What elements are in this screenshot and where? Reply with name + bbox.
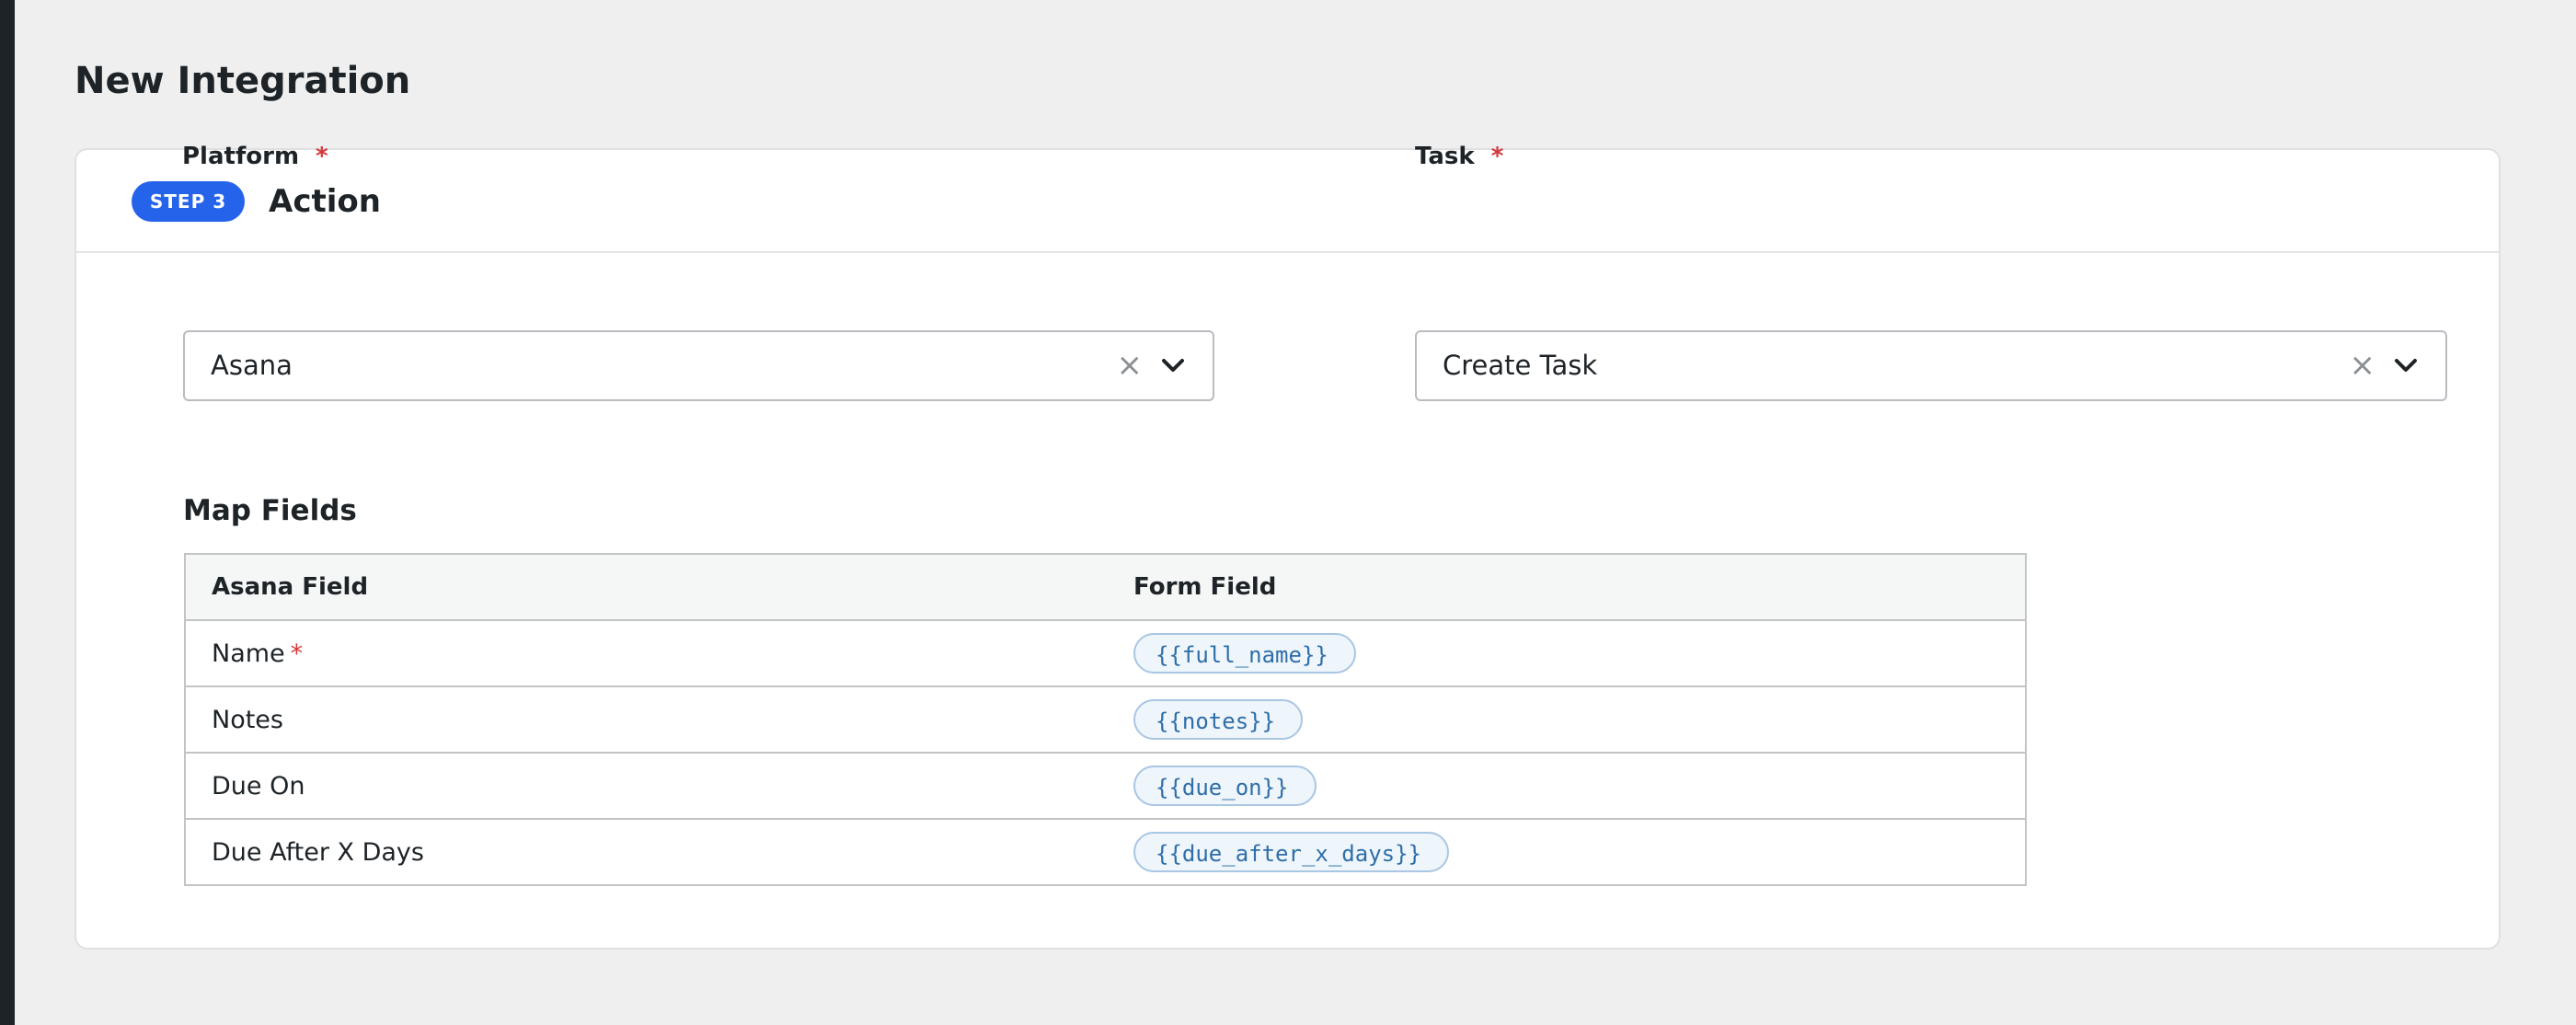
close-icon[interactable]: ×: [1117, 332, 1144, 399]
task-select[interactable]: Create Task ×: [1415, 330, 2447, 401]
asana-field-cell: Due On: [185, 752, 1108, 819]
table-header-row: Asana Field Form Field: [185, 553, 2026, 620]
platform-select-value: Asana: [211, 350, 293, 381]
chevron-down-icon[interactable]: [2394, 356, 2418, 374]
field-mapping-table: Asana Field Form Field Name * {{full_name…: [184, 553, 2027, 886]
required-indicator: *: [316, 143, 328, 170]
platform-select[interactable]: Asana ×: [183, 330, 1214, 401]
asana-field-name: Notes: [212, 705, 283, 734]
step-card-header: STEP 3 Action: [76, 150, 2499, 253]
merge-tag-token[interactable]: {{notes}}: [1133, 699, 1304, 740]
asana-field-name: Due On: [212, 771, 305, 800]
required-indicator: *: [1490, 143, 1504, 170]
admin-sidebar-edge: [0, 0, 15, 1025]
task-select-value: Create Task: [1443, 350, 1598, 381]
asana-field-name: Due After X Days: [212, 837, 424, 867]
page-title: New Integration: [75, 60, 411, 102]
asana-field-name: Name: [212, 639, 285, 668]
table-row: Due On {{due_on}}: [185, 752, 2026, 819]
platform-label-text: Platform: [182, 143, 300, 170]
merge-tag-token[interactable]: {{full_name}}: [1133, 633, 1356, 674]
merge-tag-token[interactable]: {{due_on}}: [1133, 766, 1317, 806]
table-row: Due After X Days {{due_after_x_days}}: [185, 818, 2026, 885]
platform-label: Platform *: [182, 138, 328, 175]
task-label-text: Task: [1415, 143, 1475, 170]
table-row: Name * {{full_name}}: [185, 619, 2026, 686]
column-header-form-field: Form Field: [1108, 553, 2026, 620]
task-label: Task *: [1415, 138, 1503, 175]
map-fields-title: Map Fields: [183, 494, 357, 527]
asana-field-cell: Notes: [185, 685, 1108, 753]
form-field-cell: {{due_after_x_days}}: [1108, 818, 2026, 885]
asana-field-cell: Name *: [185, 619, 1108, 686]
form-field-cell: {{due_on}}: [1108, 752, 2026, 819]
merge-tag-token[interactable]: {{due_after_x_days}}: [1133, 832, 1449, 872]
chevron-down-icon[interactable]: [1161, 356, 1185, 374]
form-field-cell: {{full_name}}: [1108, 619, 2026, 686]
required-indicator: *: [290, 639, 304, 668]
step-title: Action: [269, 183, 381, 220]
asana-field-cell: Due After X Days: [185, 818, 1108, 885]
close-icon[interactable]: ×: [2350, 332, 2376, 399]
table-row: Notes {{notes}}: [185, 685, 2026, 753]
form-field-cell: {{notes}}: [1108, 685, 2026, 753]
column-header-asana-field: Asana Field: [185, 553, 1108, 620]
step-badge: STEP 3: [132, 181, 245, 222]
